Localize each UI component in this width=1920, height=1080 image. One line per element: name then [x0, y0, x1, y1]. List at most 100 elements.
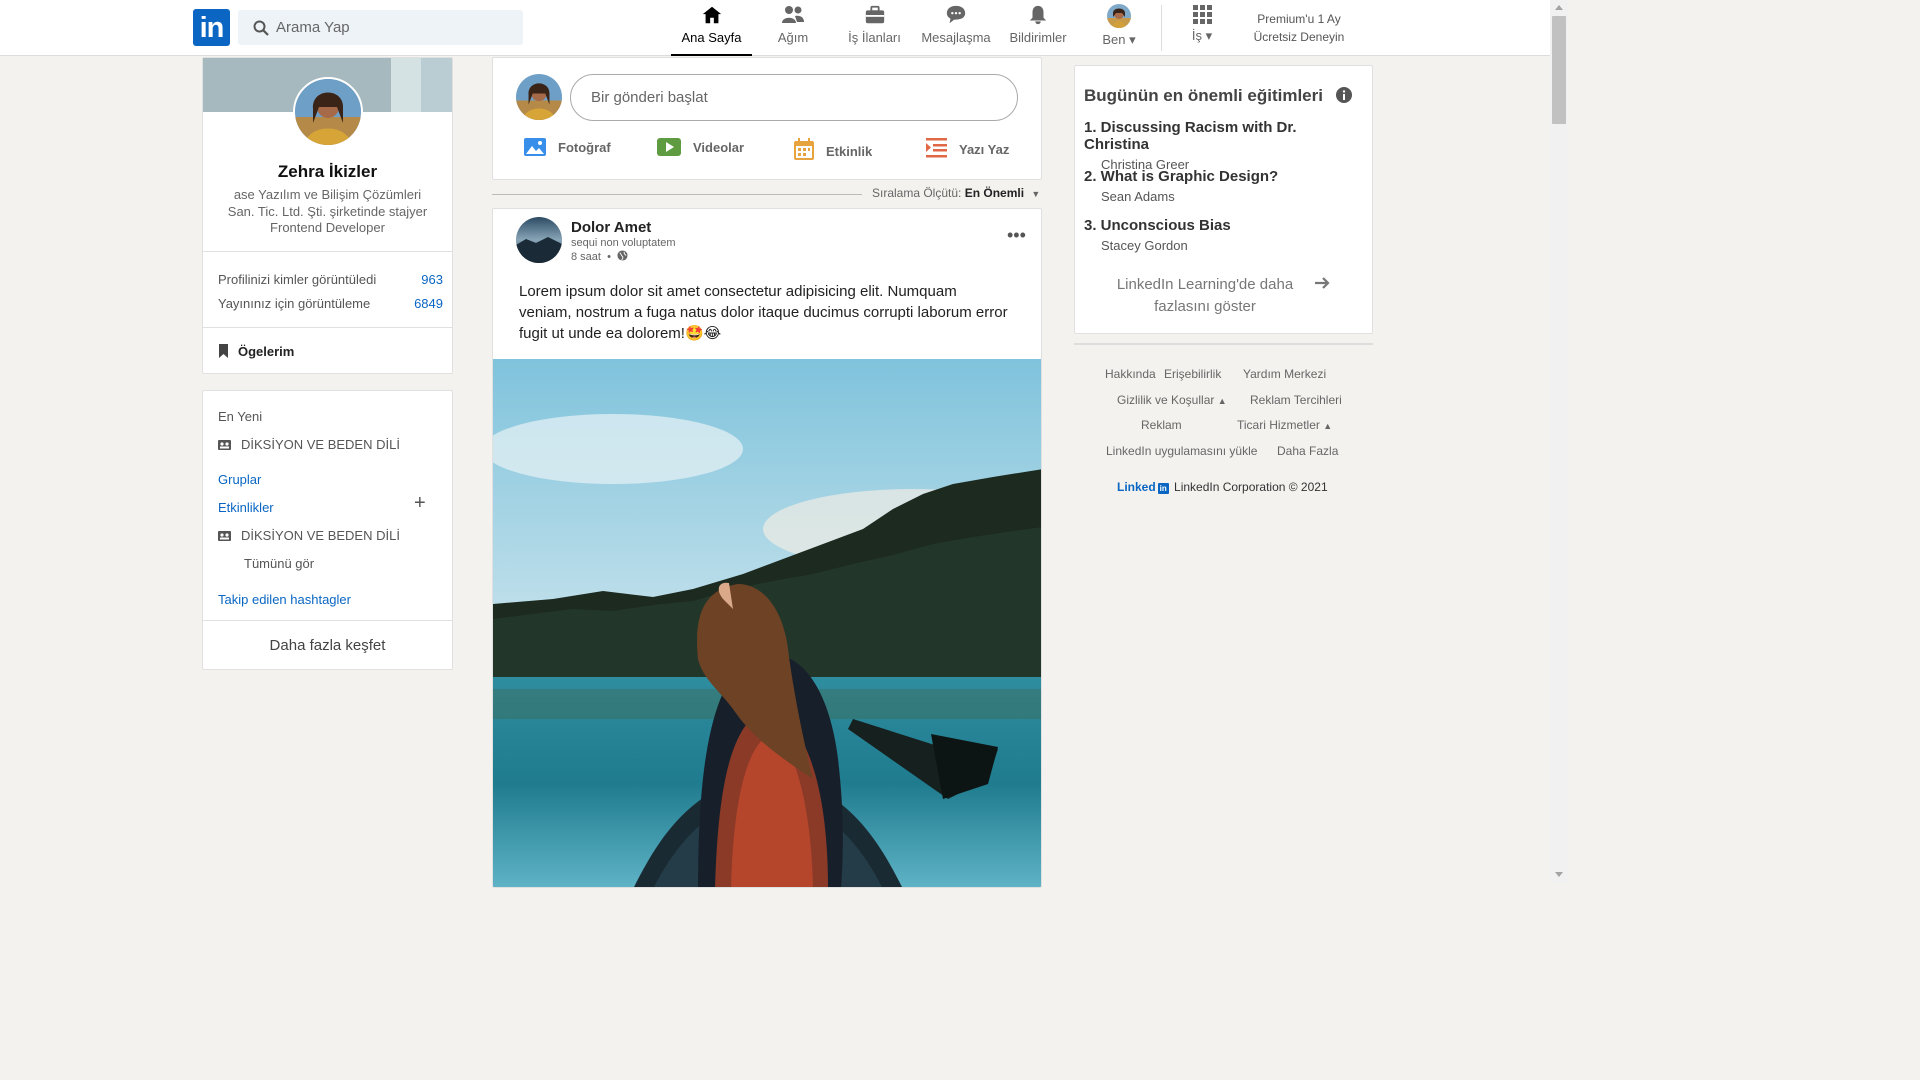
post-timestamp: 8 saat • — [571, 250, 628, 263]
course-title: 3. Unconscious Bias — [1084, 217, 1231, 234]
search-input[interactable] — [276, 10, 516, 45]
post-author-avatar[interactable] — [516, 217, 562, 263]
nav-network[interactable]: Ağım — [763, 4, 823, 56]
course-item[interactable]: 1. Discussing Racism with Dr. Christina … — [1084, 119, 1364, 172]
info-icon[interactable] — [1336, 87, 1352, 103]
events-link[interactable]: Etkinlikler — [218, 500, 274, 515]
groups-link[interactable]: Gruplar — [218, 472, 261, 487]
footer-link-accessibility[interactable]: Erişebilirlik — [1164, 367, 1221, 381]
course-author: Stacey Gordon — [1101, 238, 1188, 253]
more-options-icon[interactable]: ••• — [1007, 225, 1026, 246]
nav-jobs[interactable]: İş İlanları — [842, 4, 907, 56]
profile-name[interactable]: Zehra İkizler — [203, 162, 452, 182]
footer-link-business[interactable]: Ticari Hizmetler ▲ — [1237, 418, 1332, 432]
profile-avatar[interactable] — [293, 77, 363, 147]
photo-button[interactable]: Fotoğraf — [524, 138, 611, 156]
footer-link-app[interactable]: LinkedIn uygulamasını yükle — [1106, 444, 1257, 458]
arrow-right-icon[interactable] — [1314, 275, 1330, 291]
avatar[interactable] — [516, 74, 562, 120]
share-box-card: Bir gönderi başlat Fotoğraf Videolar Etk… — [492, 57, 1042, 180]
group-icon — [218, 531, 231, 541]
chevron-down-icon: ▼ — [1031, 189, 1041, 199]
group-icon — [218, 440, 231, 450]
grid-icon — [1193, 5, 1212, 24]
nav-notifications[interactable]: Bildirimler — [1005, 4, 1071, 56]
start-post-input[interactable]: Bir gönderi başlat — [570, 74, 1018, 121]
footer-link-ads[interactable]: Reklam — [1141, 418, 1182, 432]
calendar-icon — [794, 138, 814, 160]
sort-dropdown[interactable]: Sıralama Ölçütü: En Önemli ▼ — [872, 186, 1040, 200]
scroll-up-arrow[interactable] — [1555, 5, 1563, 10]
nav-me-label: Ben ▾ — [1102, 32, 1136, 47]
stat-post-views[interactable]: Yayınınız için görüntüleme 6849 — [218, 296, 443, 311]
nav-home-label: Ana Sayfa — [681, 30, 742, 45]
discover-more-link[interactable]: Daha fazla keşfet — [203, 637, 452, 654]
footer-brand: Linked in LinkedIn Corporation © 2021 — [1117, 480, 1328, 494]
message-icon — [946, 5, 966, 24]
groups-card: En Yeni DİKSİYON VE BEDEN DİLİ Gruplar E… — [202, 390, 453, 670]
chevron-up-icon: ▲ — [1217, 396, 1227, 406]
post-text: Lorem ipsum dolor sit amet consectetur a… — [519, 283, 1008, 342]
stat-profile-views[interactable]: Profilinizi kimler görüntüledi 963 — [218, 272, 443, 287]
feed-sort-row: Sıralama Ölçütü: En Önemli ▼ — [492, 186, 1042, 202]
footer-link-ad-prefs[interactable]: Reklam Tercihleri — [1250, 393, 1342, 407]
search-box[interactable] — [238, 10, 523, 45]
divider — [1074, 343, 1373, 345]
nav-work[interactable]: İş ▾ — [1180, 4, 1224, 56]
sort-label: Sıralama Ölçütü: — [872, 186, 962, 200]
footer-link-privacy[interactable]: Gizlilik ve Koşullar ▲ — [1117, 393, 1227, 407]
premium-link[interactable]: Premium'u 1 Ay Ücretsiz Deneyin — [1250, 10, 1348, 46]
scrollbar-thumb[interactable] — [1552, 16, 1566, 124]
my-items-label: Ögelerim — [238, 344, 295, 359]
footer-brand-word: Linked — [1117, 480, 1156, 494]
home-icon — [702, 6, 721, 24]
event-item[interactable]: DİKSİYON VE BEDEN DİLİ — [218, 528, 400, 543]
video-icon — [657, 138, 681, 156]
linkedin-mini-logo: in — [1157, 483, 1169, 494]
chevron-up-icon: ▲ — [1323, 421, 1333, 431]
post-author-name[interactable]: Dolor Amet — [571, 219, 651, 236]
stat-label: Profilinizi kimler görüntüledi — [218, 272, 377, 287]
footer-link-help[interactable]: Yardım Merkezi — [1243, 367, 1326, 381]
nav-me[interactable]: Ben ▾ — [1095, 4, 1143, 56]
course-author: Sean Adams — [1101, 189, 1175, 204]
premium-line2: Ücretsiz Deneyin — [1253, 30, 1345, 44]
bell-icon — [1029, 5, 1047, 25]
premium-line1: Premium'u 1 Ay — [1257, 12, 1341, 26]
network-icon — [782, 6, 804, 23]
nav-notifications-label: Bildirimler — [1009, 30, 1067, 45]
add-event-icon[interactable]: + — [414, 492, 426, 515]
scrollbar[interactable] — [1550, 0, 1568, 882]
nav-home[interactable]: Ana Sayfa — [671, 4, 752, 56]
write-article-button[interactable]: Yazı Yaz — [926, 138, 1009, 158]
my-items-link[interactable]: Ögelerim — [218, 344, 294, 359]
photo-icon — [524, 138, 546, 156]
course-title: 1. Discussing Racism with Dr. Christina — [1084, 119, 1297, 153]
video-button[interactable]: Videolar — [657, 138, 744, 156]
learning-more-link[interactable]: LinkedIn Learning'de daha fazlasını göst… — [1105, 274, 1305, 318]
footer-link-more[interactable]: Daha Fazla — [1277, 444, 1338, 458]
footer-link-about[interactable]: Hakkında — [1105, 367, 1156, 381]
feed-post: Dolor Amet sequi non voluptatem 8 saat •… — [492, 208, 1042, 888]
post-image[interactable] — [493, 359, 1042, 888]
course-item[interactable]: 2. What is Graphic Design? Sean Adams — [1084, 168, 1364, 204]
stat-value: 6849 — [414, 296, 443, 311]
nav-messaging[interactable]: Mesajlaşma — [919, 4, 993, 56]
briefcase-icon — [865, 5, 884, 24]
recent-label: En Yeni — [218, 409, 263, 424]
event-button[interactable]: Etkinlik — [794, 138, 872, 160]
recent-group-item[interactable]: DİKSİYON VE BEDEN DİLİ — [218, 437, 400, 452]
learning-title: Bugünün en önemli eğitimleri — [1084, 86, 1323, 105]
post-author-headline: sequi non voluptatem — [571, 237, 676, 249]
stat-label: Yayınınız için görüntüleme — [218, 296, 371, 311]
article-icon — [926, 138, 947, 158]
top-navbar: in Ana Sayfa Ağım İş İlanları Mesajlaşma… — [0, 0, 1550, 56]
linkedin-logo[interactable]: in — [193, 9, 230, 46]
course-item[interactable]: 3. Unconscious Bias Stacey Gordon — [1084, 217, 1364, 253]
divider — [203, 251, 452, 252]
hashtags-link[interactable]: Takip edilen hashtagler — [218, 592, 351, 607]
see-all-link[interactable]: Tümünü gör — [244, 556, 314, 571]
nav-jobs-label: İş İlanları — [848, 30, 901, 45]
globe-icon — [617, 250, 628, 261]
scroll-down-arrow[interactable] — [1555, 872, 1563, 877]
